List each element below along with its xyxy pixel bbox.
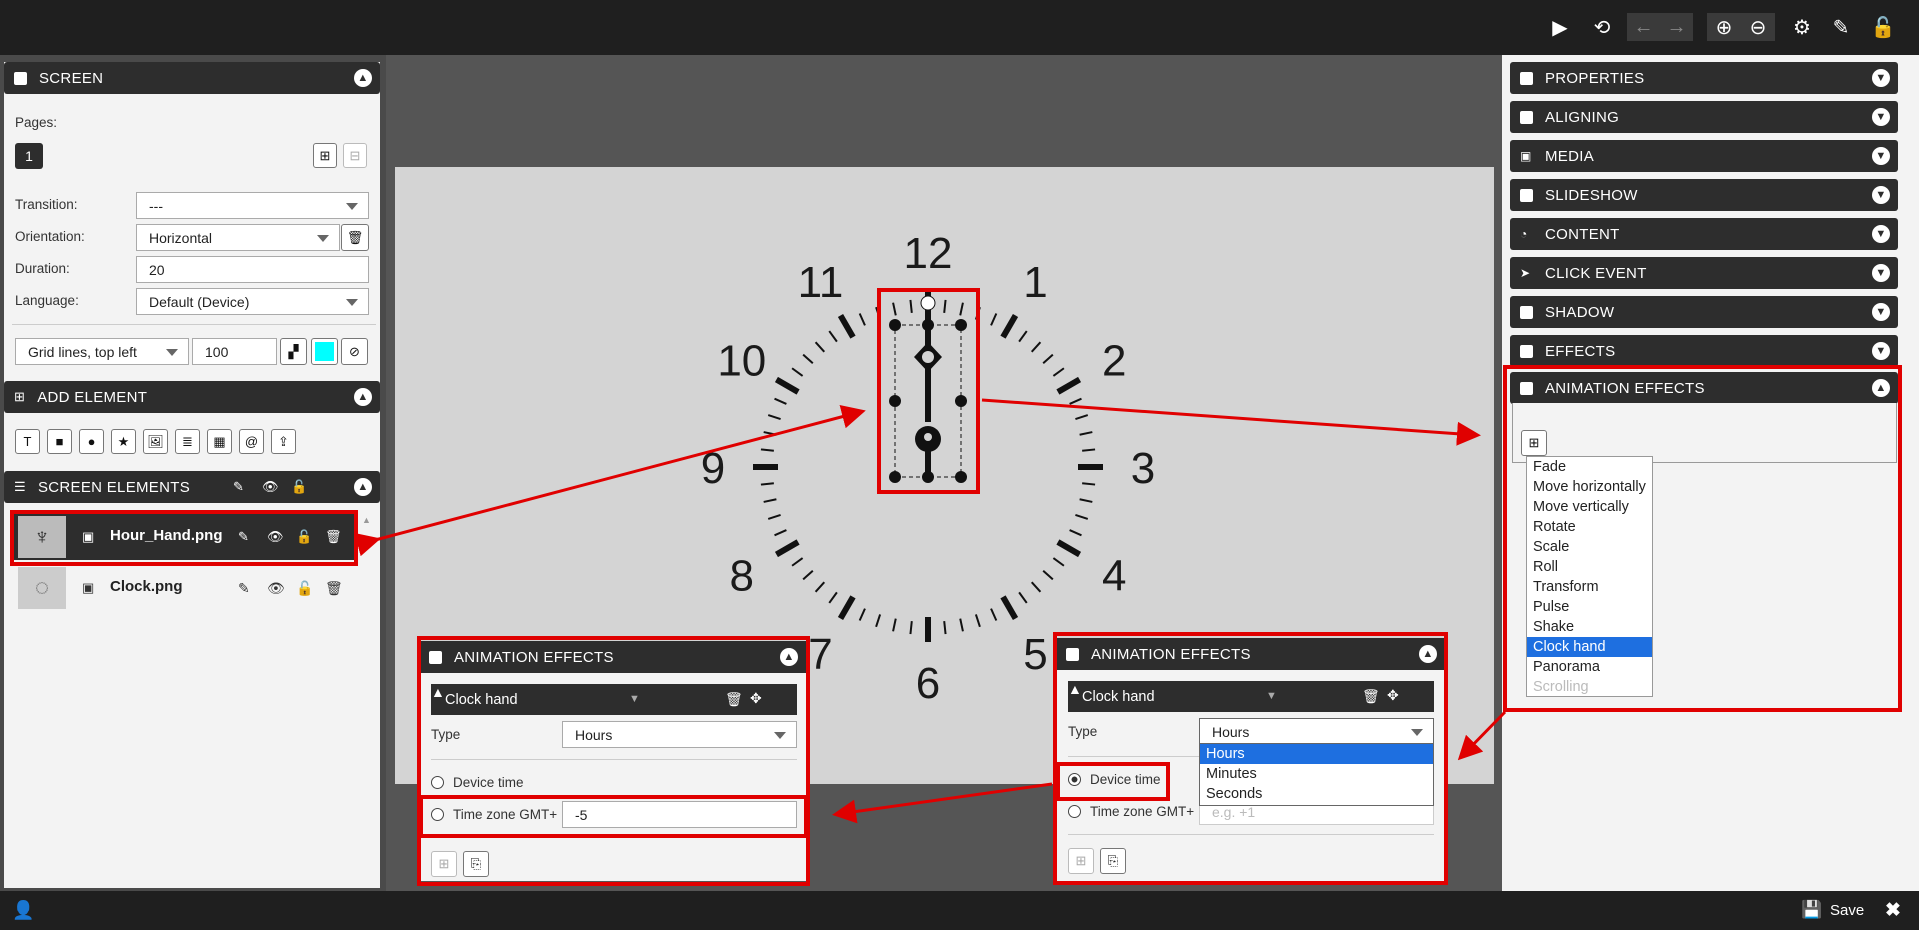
user-icon[interactable]: 👤 [12,900,34,921]
bottom-bar: 👤 💾 Save ✖ [0,891,1919,930]
save-button[interactable]: Save [1830,902,1864,919]
close-icon[interactable]: ✖ [1885,899,1901,922]
annotation-arrows [354,398,1507,824]
save-icon[interactable]: 💾 [1801,900,1822,920]
